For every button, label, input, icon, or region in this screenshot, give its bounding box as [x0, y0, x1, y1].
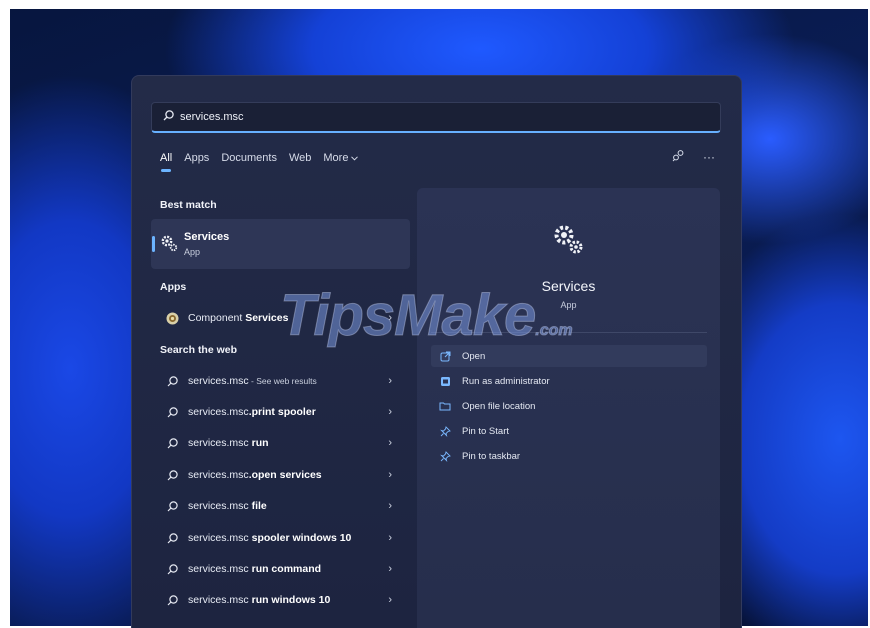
gears-icon — [551, 222, 585, 261]
apps-heading: Apps — [160, 281, 187, 293]
search-input[interactable]: services.msc — [180, 111, 244, 123]
open-file-location-label: Open file location — [462, 400, 536, 412]
web-result-label: services.msc run — [188, 437, 269, 449]
search-icon — [164, 375, 180, 387]
web-result-label: services.msc file — [188, 500, 267, 512]
search-icon — [164, 500, 180, 512]
pin-to-start-label: Pin to Start — [462, 425, 509, 437]
web-result-label: services.msc - See web results — [188, 375, 317, 387]
filter-tabs: All Apps Documents Web More — [160, 152, 370, 172]
search-icon — [164, 437, 180, 449]
app-result-component-services[interactable]: Component Services › — [151, 304, 410, 332]
search-icon — [164, 406, 180, 418]
detail-subtitle: App — [560, 300, 577, 310]
tab-more-label: More — [323, 152, 349, 164]
best-match-subtitle: App — [184, 247, 201, 257]
chevron-right-icon: › — [388, 312, 392, 324]
web-result-label: services.msc run command — [188, 563, 322, 575]
chevron-right-icon: › — [388, 437, 392, 449]
best-match-title: Services — [184, 231, 230, 243]
web-result[interactable]: services.msc.print spooler › — [151, 398, 410, 426]
more-options-button[interactable]: ··· — [703, 150, 715, 164]
web-result[interactable]: services.msc run windows 10 › — [151, 586, 410, 614]
open-action-label: Open — [462, 350, 486, 362]
web-result-label: services.msc spooler windows 10 — [188, 532, 352, 544]
web-result[interactable]: services.msc file › — [151, 492, 410, 520]
chevron-right-icon: › — [388, 500, 392, 512]
open-action[interactable]: Open — [431, 345, 707, 367]
tab-web[interactable]: Web — [289, 152, 311, 164]
best-match-heading: Best match — [160, 199, 217, 211]
search-icon — [164, 469, 180, 481]
share-icon[interactable] — [672, 149, 685, 165]
selection-indicator — [152, 236, 155, 252]
web-result[interactable]: services.msc spooler windows 10 › — [151, 524, 410, 552]
chevron-right-icon: › — [388, 594, 392, 606]
component-services-icon — [164, 312, 180, 325]
divider — [431, 332, 707, 333]
search-icon — [163, 108, 174, 126]
web-result[interactable]: services.msc run command › — [151, 555, 410, 583]
web-result-label: services.msc.open services — [188, 469, 322, 481]
open-file-location-action[interactable]: Open file location — [431, 395, 707, 417]
web-result[interactable]: services.msc.open services › — [151, 461, 410, 489]
search-web-heading: Search the web — [160, 344, 238, 356]
top-actions: ··· — [672, 149, 715, 165]
tab-apps[interactable]: Apps — [184, 152, 209, 164]
detail-panel: Services App Open Run as administrator O… — [417, 188, 720, 628]
app-result-label: Component Services — [188, 312, 289, 324]
detail-title: Services — [541, 278, 596, 294]
gears-icon — [160, 234, 178, 257]
pin-icon — [438, 450, 452, 462]
chevron-down-icon — [351, 155, 359, 161]
pin-to-taskbar-action[interactable]: Pin to taskbar — [431, 445, 707, 467]
web-result[interactable]: services.msc - See web results › — [151, 367, 410, 395]
search-icon — [164, 563, 180, 575]
pin-to-start-action[interactable]: Pin to Start — [431, 420, 707, 442]
search-box[interactable]: services.msc — [151, 102, 721, 133]
search-icon — [164, 532, 180, 544]
chevron-right-icon: › — [388, 532, 392, 544]
admin-shield-icon — [438, 376, 452, 387]
chevron-right-icon: › — [388, 375, 392, 387]
start-search-panel: services.msc All Apps Documents Web More… — [131, 75, 742, 628]
tab-more[interactable]: More — [323, 152, 359, 164]
chevron-right-icon: › — [388, 406, 392, 418]
folder-icon — [438, 401, 452, 411]
web-result[interactable]: services.msc run › — [151, 429, 410, 457]
open-icon — [438, 351, 452, 362]
tab-documents[interactable]: Documents — [221, 152, 277, 164]
run-as-administrator-action[interactable]: Run as administrator — [431, 370, 707, 392]
best-match-item[interactable]: Services App — [151, 219, 410, 269]
pin-to-taskbar-label: Pin to taskbar — [462, 450, 521, 462]
chevron-right-icon: › — [388, 563, 392, 575]
web-result-label: services.msc run windows 10 — [188, 594, 331, 606]
search-icon — [164, 594, 180, 606]
chevron-right-icon: › — [388, 469, 392, 481]
pin-icon — [438, 425, 452, 437]
tab-all[interactable]: All — [160, 152, 172, 172]
run-as-administrator-label: Run as administrator — [462, 375, 550, 387]
web-result-label: services.msc.print spooler — [188, 406, 316, 418]
